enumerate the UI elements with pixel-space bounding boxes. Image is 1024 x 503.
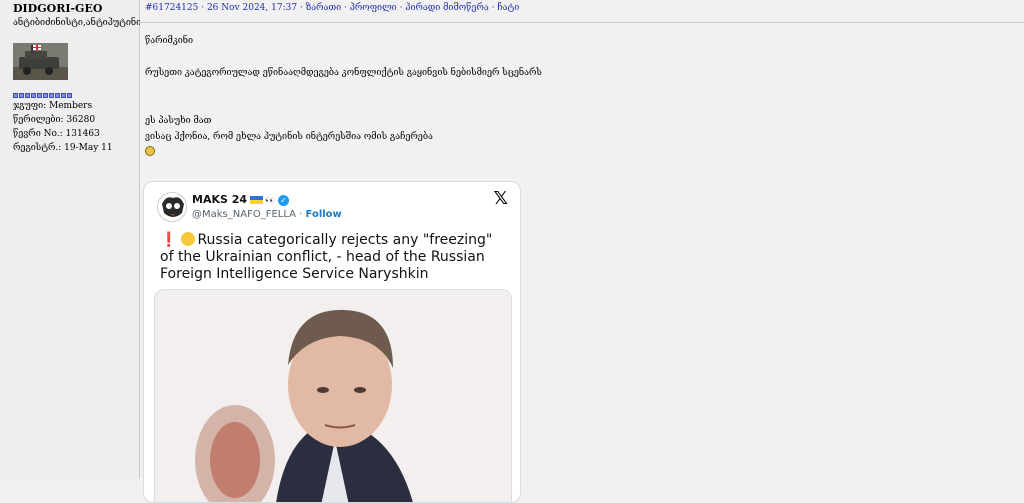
tweet-avatar[interactable]	[157, 192, 187, 222]
tweet-text: ❗ Russia categorically rejects any "freez…	[160, 232, 493, 282]
post-author-sidebar: DIDGORI-GEO ანტიბიძინისტი,ანტიპუტინისტი …	[0, 0, 159, 479]
tweet-author[interactable]: MAKS 24 👀 ✓	[192, 193, 290, 206]
user-posts: წერილები: 36280	[13, 115, 96, 125]
profile-link[interactable]: პროფილი	[350, 3, 397, 13]
user-member-no: წევრი No.: 131463	[13, 129, 100, 139]
x-logo-icon[interactable]: 𝕏	[493, 188, 508, 209]
post-date: · 26 Nov 2024, 17:37 ·	[198, 3, 306, 13]
tweet-photo[interactable]	[154, 289, 512, 502]
post-line-1: წარიმკინი	[145, 36, 194, 46]
verified-icon: ✓	[278, 194, 290, 206]
eyes-icon: 👀	[265, 196, 276, 205]
ukraine-flag-icon	[250, 196, 264, 204]
user-registered: რეგისტრ.: 19-May 11	[13, 143, 113, 153]
post-line-2: რუსეთი კატეგორიულად ეწინააღმდეგება კონფლ…	[145, 68, 542, 78]
chat-link[interactable]: ჩატი	[497, 3, 519, 13]
post-number-link[interactable]: #61724125	[145, 3, 198, 13]
rank-pips	[13, 93, 72, 98]
smiley-icon	[145, 146, 155, 156]
quote-link[interactable]: ზარათი	[306, 3, 342, 13]
user-group: ჯგუფი: Members	[13, 101, 93, 111]
post-body: #61724125 · 26 Nov 2024, 17:37 · ზარათი …	[140, 0, 1024, 503]
tweet-handle-line: @Maks_NAFO_FELLA · Follow	[192, 209, 342, 220]
post-line-3: ეს პასუხი მათ	[145, 116, 212, 126]
smiley-icon	[181, 232, 196, 246]
follow-button[interactable]: Follow	[306, 209, 342, 220]
embedded-tweet[interactable]: MAKS 24 👀 ✓ @Maks_NAFO_FELLA · Follow 𝕏 ❗ R…	[143, 181, 521, 503]
post-meta: #61724125 · 26 Nov 2024, 17:37 · ზარათი …	[145, 3, 520, 13]
divider	[140, 22, 1024, 23]
post-line-4: ვისაც ჰქონია, რომ ეხლა პუტინის ინტერესში…	[145, 132, 433, 142]
exclamation-icon: ❗	[160, 232, 178, 248]
tweet-handle[interactable]: @Maks_NAFO_FELLA	[192, 209, 296, 220]
username[interactable]: DIDGORI-GEO	[13, 2, 102, 15]
user-title: ანტიბიძინისტი,ანტიპუტინისტი	[13, 18, 159, 28]
avatar	[13, 43, 68, 80]
private-message-link[interactable]: პირადი მიმოწერა	[405, 3, 488, 13]
